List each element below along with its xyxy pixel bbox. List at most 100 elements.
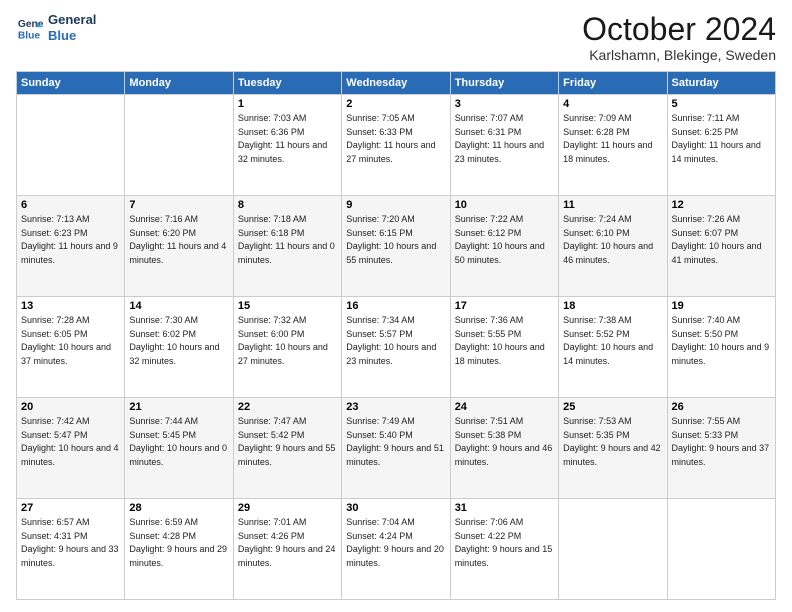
day-number: 9 <box>346 199 445 211</box>
day-info: Sunrise: 7:34 AMSunset: 5:57 PMDaylight:… <box>346 314 445 368</box>
calendar-cell: 18 Sunrise: 7:38 AMSunset: 5:52 PMDaylig… <box>559 297 667 398</box>
day-number: 3 <box>455 98 554 110</box>
day-info: Sunrise: 7:18 AMSunset: 6:18 PMDaylight:… <box>238 213 337 267</box>
calendar-cell <box>559 499 667 600</box>
calendar-cell <box>17 95 125 196</box>
logo: General Blue General Blue <box>16 12 96 43</box>
day-number: 18 <box>563 300 662 312</box>
day-number: 23 <box>346 401 445 413</box>
calendar-cell: 30 Sunrise: 7:04 AMSunset: 4:24 PMDaylig… <box>342 499 450 600</box>
day-number: 28 <box>129 502 228 514</box>
calendar-cell: 16 Sunrise: 7:34 AMSunset: 5:57 PMDaylig… <box>342 297 450 398</box>
day-number: 1 <box>238 98 337 110</box>
calendar-cell: 7 Sunrise: 7:16 AMSunset: 6:20 PMDayligh… <box>125 196 233 297</box>
day-info: Sunrise: 7:44 AMSunset: 5:45 PMDaylight:… <box>129 415 228 469</box>
day-info: Sunrise: 7:49 AMSunset: 5:40 PMDaylight:… <box>346 415 445 469</box>
logo-icon: General Blue <box>16 14 44 42</box>
calendar-header-row: SundayMondayTuesdayWednesdayThursdayFrid… <box>17 72 776 95</box>
day-info: Sunrise: 7:22 AMSunset: 6:12 PMDaylight:… <box>455 213 554 267</box>
day-header-sunday: Sunday <box>17 72 125 95</box>
calendar-cell: 1 Sunrise: 7:03 AMSunset: 6:36 PMDayligh… <box>233 95 341 196</box>
main-title: October 2024 <box>582 12 776 47</box>
day-number: 25 <box>563 401 662 413</box>
day-number: 4 <box>563 98 662 110</box>
calendar-cell: 5 Sunrise: 7:11 AMSunset: 6:25 PMDayligh… <box>667 95 775 196</box>
calendar-body: 1 Sunrise: 7:03 AMSunset: 6:36 PMDayligh… <box>17 95 776 600</box>
header: General Blue General Blue October 2024 K… <box>16 12 776 63</box>
day-info: Sunrise: 6:57 AMSunset: 4:31 PMDaylight:… <box>21 516 120 570</box>
day-info: Sunrise: 7:55 AMSunset: 5:33 PMDaylight:… <box>672 415 771 469</box>
day-info: Sunrise: 7:03 AMSunset: 6:36 PMDaylight:… <box>238 112 337 166</box>
day-number: 22 <box>238 401 337 413</box>
day-info: Sunrise: 7:30 AMSunset: 6:02 PMDaylight:… <box>129 314 228 368</box>
svg-text:Blue: Blue <box>18 30 41 41</box>
day-info: Sunrise: 7:11 AMSunset: 6:25 PMDaylight:… <box>672 112 771 166</box>
calendar-cell: 28 Sunrise: 6:59 AMSunset: 4:28 PMDaylig… <box>125 499 233 600</box>
day-info: Sunrise: 6:59 AMSunset: 4:28 PMDaylight:… <box>129 516 228 570</box>
day-info: Sunrise: 7:26 AMSunset: 6:07 PMDaylight:… <box>672 213 771 267</box>
calendar-cell: 31 Sunrise: 7:06 AMSunset: 4:22 PMDaylig… <box>450 499 558 600</box>
calendar-cell: 22 Sunrise: 7:47 AMSunset: 5:42 PMDaylig… <box>233 398 341 499</box>
day-number: 26 <box>672 401 771 413</box>
day-number: 7 <box>129 199 228 211</box>
day-info: Sunrise: 7:04 AMSunset: 4:24 PMDaylight:… <box>346 516 445 570</box>
calendar-table: SundayMondayTuesdayWednesdayThursdayFrid… <box>16 71 776 600</box>
svg-text:General: General <box>18 19 44 30</box>
day-info: Sunrise: 7:53 AMSunset: 5:35 PMDaylight:… <box>563 415 662 469</box>
calendar-cell: 21 Sunrise: 7:44 AMSunset: 5:45 PMDaylig… <box>125 398 233 499</box>
day-number: 6 <box>21 199 120 211</box>
calendar-cell: 8 Sunrise: 7:18 AMSunset: 6:18 PMDayligh… <box>233 196 341 297</box>
day-header-friday: Friday <box>559 72 667 95</box>
day-number: 17 <box>455 300 554 312</box>
day-info: Sunrise: 7:09 AMSunset: 6:28 PMDaylight:… <box>563 112 662 166</box>
calendar-cell: 14 Sunrise: 7:30 AMSunset: 6:02 PMDaylig… <box>125 297 233 398</box>
calendar-cell: 20 Sunrise: 7:42 AMSunset: 5:47 PMDaylig… <box>17 398 125 499</box>
calendar-cell: 10 Sunrise: 7:22 AMSunset: 6:12 PMDaylig… <box>450 196 558 297</box>
day-info: Sunrise: 7:06 AMSunset: 4:22 PMDaylight:… <box>455 516 554 570</box>
day-number: 13 <box>21 300 120 312</box>
calendar-cell: 24 Sunrise: 7:51 AMSunset: 5:38 PMDaylig… <box>450 398 558 499</box>
day-info: Sunrise: 7:07 AMSunset: 6:31 PMDaylight:… <box>455 112 554 166</box>
title-block: October 2024 Karlshamn, Blekinge, Sweden <box>582 12 776 63</box>
day-number: 19 <box>672 300 771 312</box>
logo-text-blue: Blue <box>48 28 96 44</box>
day-info: Sunrise: 7:42 AMSunset: 5:47 PMDaylight:… <box>21 415 120 469</box>
calendar-cell: 19 Sunrise: 7:40 AMSunset: 5:50 PMDaylig… <box>667 297 775 398</box>
day-number: 30 <box>346 502 445 514</box>
calendar-cell <box>125 95 233 196</box>
day-number: 20 <box>21 401 120 413</box>
calendar-cell: 15 Sunrise: 7:32 AMSunset: 6:00 PMDaylig… <box>233 297 341 398</box>
day-info: Sunrise: 7:24 AMSunset: 6:10 PMDaylight:… <box>563 213 662 267</box>
day-info: Sunrise: 7:13 AMSunset: 6:23 PMDaylight:… <box>21 213 120 267</box>
day-header-thursday: Thursday <box>450 72 558 95</box>
calendar-cell: 13 Sunrise: 7:28 AMSunset: 6:05 PMDaylig… <box>17 297 125 398</box>
day-header-tuesday: Tuesday <box>233 72 341 95</box>
calendar-cell: 27 Sunrise: 6:57 AMSunset: 4:31 PMDaylig… <box>17 499 125 600</box>
week-row-1: 1 Sunrise: 7:03 AMSunset: 6:36 PMDayligh… <box>17 95 776 196</box>
calendar-cell: 25 Sunrise: 7:53 AMSunset: 5:35 PMDaylig… <box>559 398 667 499</box>
day-number: 16 <box>346 300 445 312</box>
day-info: Sunrise: 7:40 AMSunset: 5:50 PMDaylight:… <box>672 314 771 368</box>
day-info: Sunrise: 7:36 AMSunset: 5:55 PMDaylight:… <box>455 314 554 368</box>
calendar-cell: 12 Sunrise: 7:26 AMSunset: 6:07 PMDaylig… <box>667 196 775 297</box>
week-row-4: 20 Sunrise: 7:42 AMSunset: 5:47 PMDaylig… <box>17 398 776 499</box>
day-info: Sunrise: 7:51 AMSunset: 5:38 PMDaylight:… <box>455 415 554 469</box>
day-info: Sunrise: 7:20 AMSunset: 6:15 PMDaylight:… <box>346 213 445 267</box>
calendar-cell: 6 Sunrise: 7:13 AMSunset: 6:23 PMDayligh… <box>17 196 125 297</box>
day-info: Sunrise: 7:28 AMSunset: 6:05 PMDaylight:… <box>21 314 120 368</box>
calendar-cell: 17 Sunrise: 7:36 AMSunset: 5:55 PMDaylig… <box>450 297 558 398</box>
day-number: 24 <box>455 401 554 413</box>
day-header-monday: Monday <box>125 72 233 95</box>
calendar-cell <box>667 499 775 600</box>
calendar-cell: 11 Sunrise: 7:24 AMSunset: 6:10 PMDaylig… <box>559 196 667 297</box>
day-info: Sunrise: 7:01 AMSunset: 4:26 PMDaylight:… <box>238 516 337 570</box>
day-info: Sunrise: 7:32 AMSunset: 6:00 PMDaylight:… <box>238 314 337 368</box>
logo-text-general: General <box>48 12 96 28</box>
week-row-3: 13 Sunrise: 7:28 AMSunset: 6:05 PMDaylig… <box>17 297 776 398</box>
page: General Blue General Blue October 2024 K… <box>0 0 792 612</box>
calendar-cell: 23 Sunrise: 7:49 AMSunset: 5:40 PMDaylig… <box>342 398 450 499</box>
week-row-5: 27 Sunrise: 6:57 AMSunset: 4:31 PMDaylig… <box>17 499 776 600</box>
day-number: 31 <box>455 502 554 514</box>
day-number: 12 <box>672 199 771 211</box>
calendar-cell: 3 Sunrise: 7:07 AMSunset: 6:31 PMDayligh… <box>450 95 558 196</box>
